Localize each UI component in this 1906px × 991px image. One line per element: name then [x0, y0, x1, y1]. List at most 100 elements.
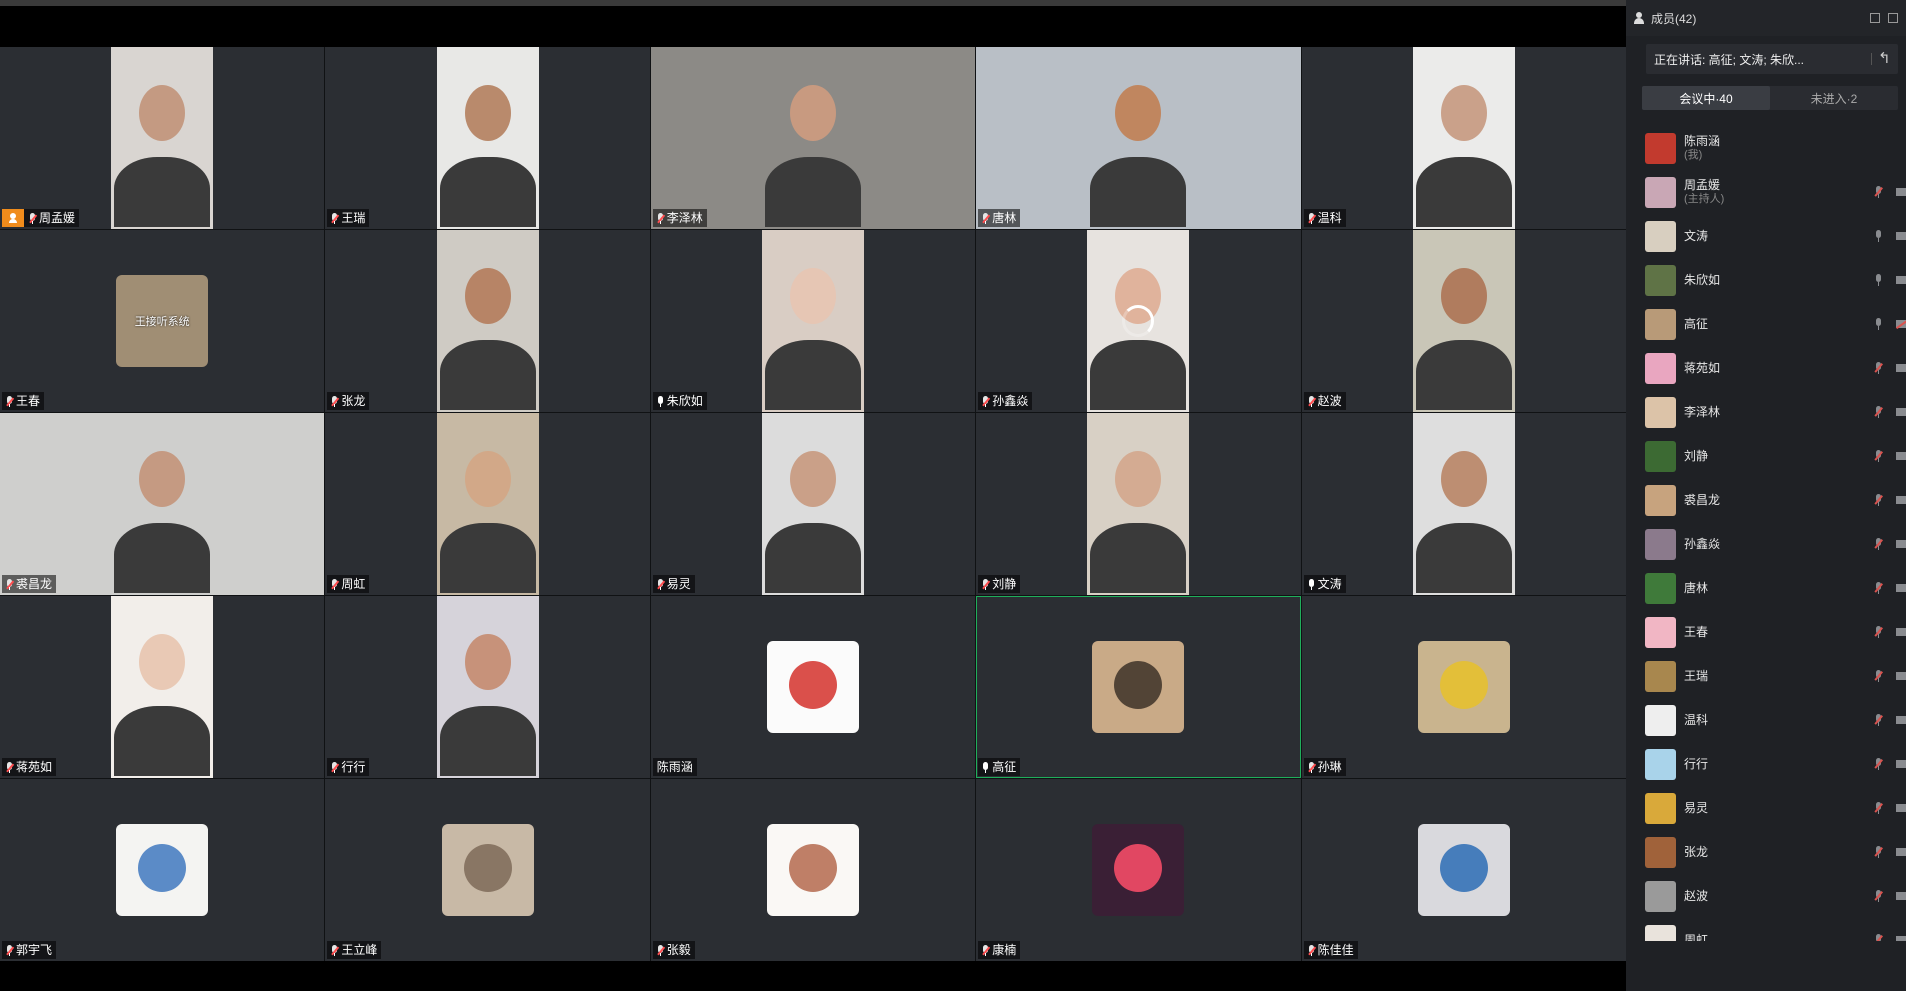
mic-muted-icon — [982, 578, 990, 590]
camera-icon[interactable] — [1896, 584, 1906, 592]
participant-tile[interactable]: 张龙 — [325, 230, 650, 412]
mic-muted-icon[interactable] — [1874, 846, 1883, 858]
camera-icon[interactable] — [1896, 848, 1906, 856]
camera-icon[interactable] — [1896, 804, 1906, 812]
participant-tile[interactable]: 孙鑫焱 — [976, 230, 1301, 412]
mic-muted-icon[interactable] — [1874, 362, 1883, 374]
member-status-icons — [1874, 890, 1906, 902]
member-row[interactable]: 王瑞 — [1626, 654, 1906, 698]
mic-muted-icon[interactable] — [1874, 714, 1883, 726]
camera-icon[interactable] — [1896, 628, 1906, 636]
participant-tile[interactable]: 周孟媛 — [0, 47, 325, 229]
mic-icon[interactable] — [1874, 274, 1882, 286]
popout-icon[interactable] — [1870, 13, 1880, 23]
participant-tile[interactable]: 温科 — [1301, 47, 1626, 229]
participant-tile[interactable]: 刘静 — [976, 413, 1301, 595]
participant-tile[interactable]: 王立峰 — [325, 779, 650, 961]
member-avatar — [1645, 308, 1676, 340]
participant-tile[interactable]: 陈雨涵 — [650, 596, 976, 778]
participant-tile[interactable]: 行行 — [325, 596, 650, 778]
participant-tile[interactable]: 朱欣如 — [650, 230, 976, 412]
mic-muted-icon[interactable] — [1874, 582, 1883, 594]
participant-tile[interactable]: 易灵 — [650, 413, 976, 595]
participant-avatar — [441, 824, 534, 916]
camera-icon[interactable] — [1896, 760, 1906, 768]
camera-icon[interactable] — [1896, 232, 1906, 240]
participant-name-label: 陈雨涵 — [652, 758, 697, 776]
member-row[interactable]: 张龙 — [1626, 830, 1906, 874]
member-row[interactable]: 裘昌龙 — [1626, 478, 1906, 522]
camera-icon[interactable] — [1896, 936, 1906, 941]
mic-muted-icon[interactable] — [1874, 494, 1883, 506]
video-feed — [1412, 47, 1515, 229]
mic-icon[interactable] — [1874, 318, 1882, 330]
mic-muted-icon[interactable] — [1874, 890, 1883, 902]
camera-icon[interactable] — [1896, 540, 1906, 548]
camera-icon[interactable] — [1896, 672, 1906, 680]
member-row[interactable]: 刘静 — [1626, 434, 1906, 478]
member-row[interactable]: 行行 — [1626, 742, 1906, 786]
camera-icon[interactable] — [1896, 276, 1906, 284]
mic-muted-icon[interactable] — [1874, 538, 1883, 550]
member-name: 王春 — [1684, 625, 1709, 639]
collapse-icon[interactable] — [1871, 49, 1891, 67]
participant-tile[interactable]: 蒋苑如 — [0, 596, 325, 778]
mic-muted-icon[interactable] — [1874, 450, 1883, 462]
participant-tile[interactable]: 张毅 — [650, 779, 976, 961]
mic-muted-icon[interactable] — [1874, 186, 1883, 198]
participant-face — [789, 268, 836, 324]
mic-muted-icon[interactable] — [1874, 670, 1883, 682]
member-row[interactable]: 赵波 — [1626, 874, 1906, 918]
member-row[interactable]: 孙鑫焱 — [1626, 522, 1906, 566]
participant-tile[interactable]: 李泽林 — [650, 47, 976, 229]
participant-body — [1090, 523, 1187, 593]
participant-tile[interactable]: 陈佳佳 — [1301, 779, 1626, 961]
member-row[interactable]: 高征 — [1626, 302, 1906, 346]
member-row[interactable]: 王春 — [1626, 610, 1906, 654]
member-row[interactable]: 周虹 — [1626, 918, 1906, 941]
camera-icon[interactable] — [1896, 496, 1906, 504]
member-row[interactable]: 易灵 — [1626, 786, 1906, 830]
camera-icon[interactable] — [1896, 364, 1906, 372]
member-row[interactable]: 蒋苑如 — [1626, 346, 1906, 390]
member-row[interactable]: 温科 — [1626, 698, 1906, 742]
member-avatar — [1645, 880, 1676, 912]
mic-muted-icon[interactable] — [1874, 406, 1883, 418]
participant-tile[interactable]: 裘昌龙 — [0, 413, 325, 595]
camera-off-icon[interactable] — [1895, 318, 1906, 329]
member-row[interactable]: 文涛 — [1626, 214, 1906, 258]
participant-tile[interactable]: 高征 — [976, 596, 1301, 778]
avatar-art — [788, 661, 837, 709]
member-row[interactable]: 唐林 — [1626, 566, 1906, 610]
camera-icon[interactable] — [1896, 892, 1906, 900]
participant-name: 温科 — [1317, 211, 1342, 225]
member-row[interactable]: 朱欣如 — [1626, 258, 1906, 302]
camera-icon[interactable] — [1896, 188, 1906, 196]
menu-icon[interactable] — [1888, 13, 1898, 23]
member-row[interactable]: 周孟媛 (主持人) — [1626, 170, 1906, 214]
member-status-icons — [1874, 670, 1906, 682]
camera-icon[interactable] — [1896, 408, 1906, 416]
participant-tile[interactable]: 王瑞 — [325, 47, 650, 229]
mic-muted-icon[interactable] — [1874, 758, 1883, 770]
mic-muted-icon[interactable] — [1874, 934, 1883, 941]
participant-tile[interactable]: 王接听系统 王春 — [0, 230, 325, 412]
participant-tile[interactable]: 康楠 — [976, 779, 1301, 961]
camera-icon[interactable] — [1896, 716, 1906, 724]
participant-name-label: 孙琳 — [1303, 758, 1346, 776]
participant-tile[interactable]: 孙琳 — [1301, 596, 1626, 778]
mic-muted-icon[interactable] — [1874, 626, 1883, 638]
tab-not-joined[interactable]: 未进入·2 — [1770, 86, 1898, 110]
mic-muted-icon[interactable] — [1874, 802, 1883, 814]
participant-tile[interactable]: 赵波 — [1301, 230, 1626, 412]
participant-tile[interactable]: 唐林 — [976, 47, 1301, 229]
participant-tile[interactable]: 周虹 — [325, 413, 650, 595]
participant-tile[interactable]: 文涛 — [1301, 413, 1626, 595]
member-row[interactable]: 李泽林 — [1626, 390, 1906, 434]
tab-in-meeting[interactable]: 会议中·40 — [1642, 86, 1770, 110]
participant-tile[interactable]: 郭宇飞 — [0, 779, 325, 961]
camera-icon[interactable] — [1896, 452, 1906, 460]
mic-icon[interactable] — [1874, 230, 1882, 242]
participant-name: 郭宇飞 — [16, 943, 53, 957]
member-row[interactable]: 陈雨涵 (我) — [1626, 126, 1906, 170]
